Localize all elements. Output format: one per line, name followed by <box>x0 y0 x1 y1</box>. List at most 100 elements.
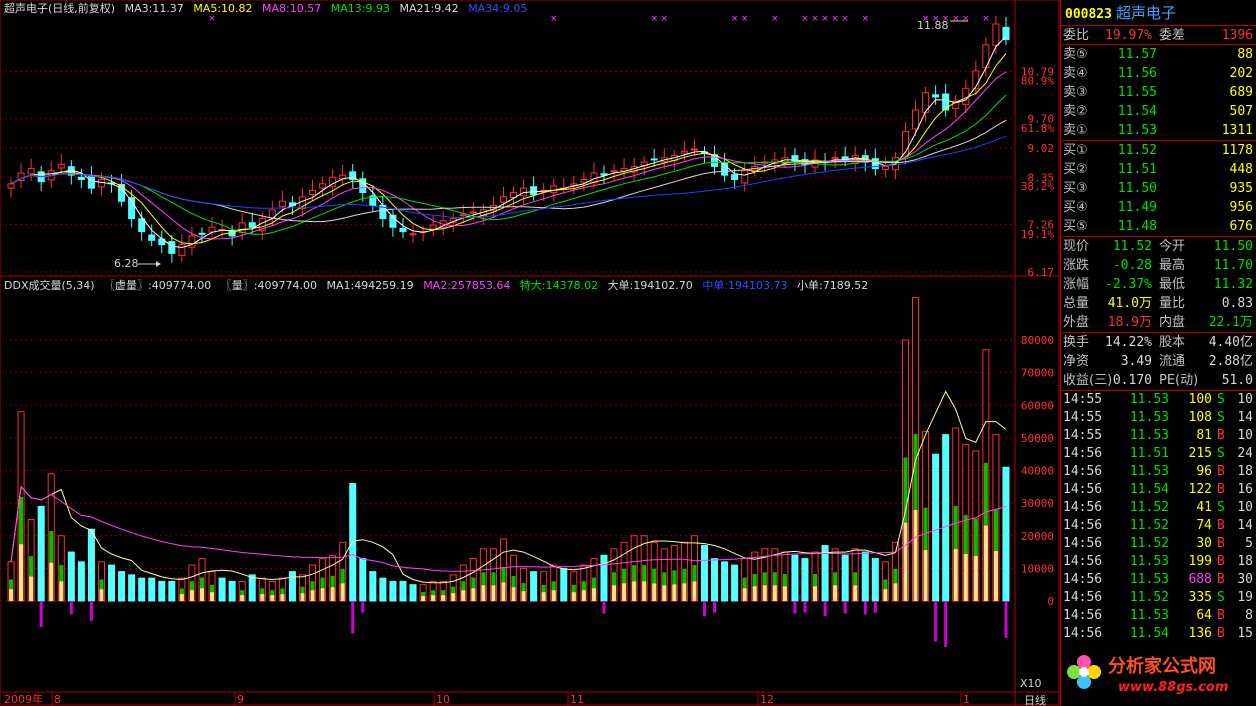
ask-row[interactable]: 卖④ 11.56 202 <box>1061 64 1256 83</box>
bid-price: 11.50 <box>1117 181 1157 196</box>
ddx-yellow-bar <box>99 589 104 601</box>
tick-price: 11.52 <box>1129 500 1169 515</box>
ddx-yellow-bar <box>481 585 486 601</box>
ddx-yellow-bar <box>340 583 345 601</box>
ddx-negative-bar <box>89 601 93 621</box>
tick-side: B <box>1217 536 1225 551</box>
tick-row[interactable]: 14:56 11.52 335 S 19 <box>1061 589 1256 607</box>
tick-row[interactable]: 14:56 11.52 74 B 14 <box>1061 517 1256 535</box>
ask-row[interactable]: 卖① 11.53 1311 <box>1061 121 1256 140</box>
signal-marker: × <box>962 14 970 24</box>
tick-row[interactable]: 14:55 11.53 108 S 14 <box>1061 409 1256 427</box>
candle-body <box>550 185 558 194</box>
ddx-yellow-bar <box>833 585 838 601</box>
candle-body <box>138 218 146 233</box>
signal-marker: × <box>650 14 658 24</box>
ddx-negative-bar <box>793 601 797 614</box>
signal-marker: × <box>952 14 960 24</box>
tick-count: 10 <box>1237 392 1253 407</box>
tick-row[interactable]: 14:56 11.52 30 B 5 <box>1061 535 1256 553</box>
candle-body <box>932 94 940 98</box>
ddx-negative-bar <box>823 601 827 617</box>
weibi-label: 委比 <box>1063 28 1090 43</box>
tick-row[interactable]: 14:56 11.53 688 B 30 <box>1061 571 1256 589</box>
tick-price: 11.53 <box>1129 410 1169 425</box>
tick-side: B <box>1217 464 1225 479</box>
ask-row[interactable]: 卖③ 11.55 689 <box>1061 83 1256 102</box>
date-axis-label: 1 <box>963 693 970 706</box>
date-axis-label: 8 <box>54 693 61 706</box>
kline-chart[interactable]: 10.7980.9%9.7061.8%9.028.3538.2%7.2619.1… <box>0 0 1060 706</box>
ddx-yellow-bar <box>752 586 757 601</box>
signal-marker: × <box>731 14 739 24</box>
tick-row[interactable]: 14:56 11.51 215 S 24 <box>1061 445 1256 463</box>
chart-area[interactable]: 10.79 80.9% 9.70 61.8% 9.02 8.35 38.2% 7.26 19.1… <box>0 0 1228 706</box>
price-stats: 现价 11.52 今开 11.50 涨跌 -0.28 最高 11.70 涨幅 -2.37% 最低 11… <box>1061 237 1256 333</box>
candle-body <box>881 165 889 170</box>
tick-time: 14:56 <box>1063 626 1103 641</box>
tick-time: 14:55 <box>1063 392 1103 407</box>
bid-volume: 1178 <box>1221 143 1253 158</box>
candle-body <box>319 183 327 189</box>
period-label[interactable]: 日线 <box>1024 692 1046 706</box>
tick-side: B <box>1217 626 1225 641</box>
ddx-yellow-bar <box>9 589 14 601</box>
tick-time: 14:56 <box>1063 446 1103 461</box>
candle-body <box>580 178 588 183</box>
ddx-yellow-bar <box>471 588 476 601</box>
stock-header[interactable]: 000823 超声电子 <box>1061 0 1256 26</box>
ddx-negative-bar <box>873 601 877 613</box>
bid-row[interactable]: 买⑤ 11.48 676 <box>1061 217 1256 236</box>
tick-row[interactable]: 14:56 11.54 122 B 16 <box>1061 481 1256 499</box>
tick-row[interactable]: 14:56 11.52 41 S 10 <box>1061 499 1256 517</box>
fundamental-stats: 换手 14.22% 股本 4.40亿 净资 3.49 流通 2.88亿 收益(三) 0.170 PE… <box>1061 333 1256 391</box>
fund-label2: 流通 <box>1159 354 1186 369</box>
ddx-yellow-bar <box>511 587 516 601</box>
bid-row[interactable]: 买④ 11.49 956 <box>1061 198 1256 217</box>
volume-bar <box>731 564 739 602</box>
volume-axis-label: 80000 <box>1021 334 1054 347</box>
bid-row[interactable]: 买① 11.52 1178 <box>1061 141 1256 160</box>
volume-bar <box>349 483 357 602</box>
ddx-yellow-bar <box>199 588 204 601</box>
ddx-yellow-bar <box>421 596 426 601</box>
volume-bar <box>108 564 116 602</box>
ma8-label: MA8:10.57 <box>262 2 322 15</box>
signal-marker: × <box>208 14 216 24</box>
tick-time: 14:56 <box>1063 518 1103 533</box>
ddx-negative-bar <box>69 601 73 615</box>
stat-value: -2.37% <box>1105 277 1152 292</box>
ma13-label: MA13:9.93 <box>330 2 390 15</box>
volume-bar <box>791 554 799 602</box>
ddx-yellow-bar <box>913 509 918 601</box>
tick-row[interactable]: 14:55 11.53 100 S 10 <box>1061 391 1256 409</box>
ask-label: 卖① <box>1063 123 1088 138</box>
tick-count: 10 <box>1237 428 1253 443</box>
low-arrow-head <box>156 261 161 267</box>
dadan-label: 大单:194102.70 <box>607 279 693 292</box>
volume-bar <box>409 584 417 602</box>
tick-list[interactable]: 14:55 11.53 100 S 10 14:55 11.53 108 S 14 14:55 11.… <box>1061 391 1256 643</box>
ma21-line <box>10 119 1007 223</box>
bid-label: 买② <box>1063 162 1088 177</box>
ddx-yellow-bar <box>521 591 526 601</box>
bid-row[interactable]: 买③ 11.50 935 <box>1061 179 1256 198</box>
volume-bar <box>711 558 719 602</box>
bid-row[interactable]: 买② 11.51 448 <box>1061 160 1256 179</box>
stat-value: 18.9万 <box>1107 315 1152 330</box>
ddx-yellow-bar <box>29 576 34 601</box>
tick-time: 14:56 <box>1063 500 1103 515</box>
ddx-negative-bar <box>351 601 355 634</box>
tick-row[interactable]: 14:55 11.53 81 B 10 <box>1061 427 1256 445</box>
ask-row[interactable]: 卖② 11.54 507 <box>1061 102 1256 121</box>
tick-price: 11.53 <box>1129 608 1169 623</box>
tick-row[interactable]: 14:56 11.53 64 B 8 <box>1061 607 1256 625</box>
tick-row[interactable]: 14:56 11.53 199 B 18 <box>1061 553 1256 571</box>
tick-row[interactable]: 14:56 11.53 96 B 18 <box>1061 463 1256 481</box>
stat-value: -0.28 <box>1112 258 1152 273</box>
ask-row[interactable]: 卖⑤ 11.57 88 <box>1061 45 1256 64</box>
ask-label: 卖⑤ <box>1063 47 1088 62</box>
bid-volume: 956 <box>1229 200 1253 215</box>
candle-body <box>469 211 477 214</box>
tick-row[interactable]: 14:56 11.54 136 B 15 <box>1061 625 1256 643</box>
